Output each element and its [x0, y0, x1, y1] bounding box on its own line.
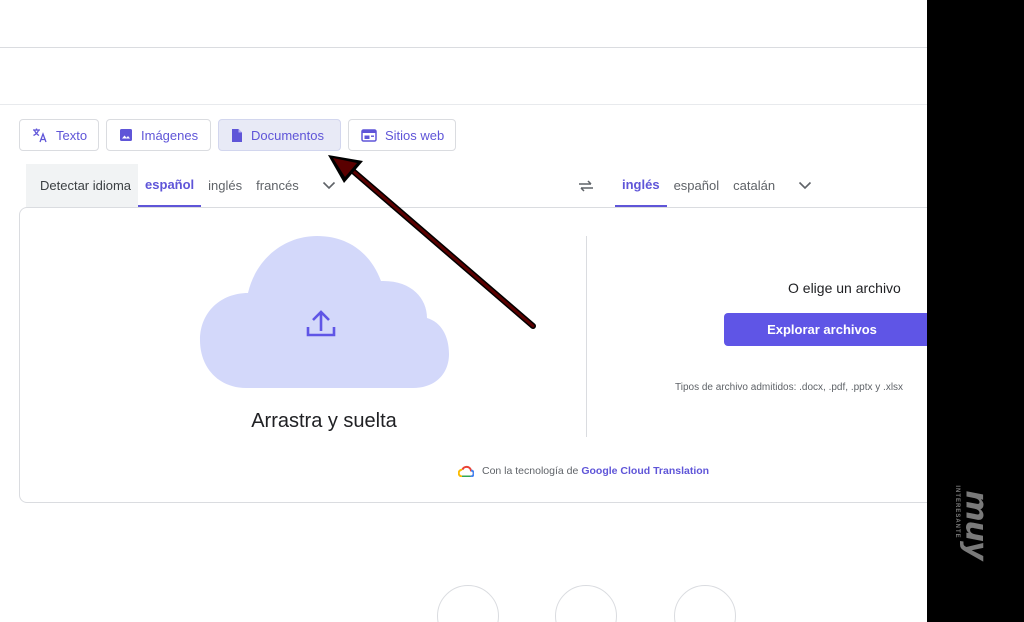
google-cloud-translation-link[interactable]: Google Cloud Translation	[581, 465, 709, 477]
tab-websites-label: Sitios web	[385, 127, 445, 143]
source-lang-dropdown[interactable]	[306, 164, 346, 207]
target-lang-spanish[interactable]: español	[667, 164, 727, 207]
powered-by-prefix: Con la tecnología de	[482, 465, 579, 477]
tab-text-label: Texto	[56, 127, 88, 143]
source-language-bar: Detectar idioma español inglés francés	[26, 164, 346, 207]
web-icon	[361, 128, 377, 142]
chevron-down-icon	[322, 181, 335, 190]
watermark-subtitle: INTERESANTE	[954, 485, 960, 539]
choose-file-text: O elige un archivo	[788, 280, 901, 296]
bottom-action-circle[interactable]	[555, 585, 617, 622]
tab-documents-label: Documentos	[251, 127, 324, 143]
target-lang-dropdown[interactable]	[782, 164, 822, 207]
bottom-action-circle[interactable]	[437, 585, 499, 622]
target-lang-catalan[interactable]: catalán	[726, 164, 782, 207]
powered-by: Con la tecnología de Google Cloud Transl…	[458, 465, 709, 477]
detect-language-tab[interactable]: Detectar idioma	[26, 164, 139, 207]
watermark-logo: muy	[958, 490, 994, 560]
chevron-down-icon	[798, 181, 812, 190]
header-divider	[0, 47, 927, 48]
source-lang-french[interactable]: francés	[249, 164, 306, 207]
source-lang-english[interactable]: inglés	[201, 164, 249, 207]
toolbar-divider	[0, 104, 927, 105]
tab-images-label: Imágenes	[141, 127, 199, 143]
translate-icon	[33, 128, 47, 143]
image-icon	[120, 129, 132, 141]
target-language-bar: inglés español catalán	[615, 164, 822, 207]
target-lang-english[interactable]: inglés	[615, 164, 667, 207]
drag-and-drop-text: Arrastra y suelta	[251, 410, 397, 432]
tab-text[interactable]: Texto	[19, 119, 99, 151]
card-divider	[586, 236, 587, 437]
source-lang-spanish[interactable]: español	[138, 164, 202, 207]
document-icon	[232, 128, 242, 142]
google-cloud-icon	[458, 465, 474, 477]
supported-file-types: Tipos de archivo admitidos: .docx, .pdf,…	[675, 382, 904, 393]
tab-images[interactable]: Imágenes	[106, 119, 211, 151]
tab-websites[interactable]: Sitios web	[348, 119, 456, 151]
upload-cloud-dropzone[interactable]	[199, 236, 449, 388]
swap-icon[interactable]	[576, 176, 596, 196]
tab-documents[interactable]: Documentos	[218, 119, 341, 151]
browse-files-button[interactable]: Explorar archivos	[724, 313, 934, 346]
document-upload-card	[19, 207, 949, 503]
bottom-action-circle[interactable]	[674, 585, 736, 622]
